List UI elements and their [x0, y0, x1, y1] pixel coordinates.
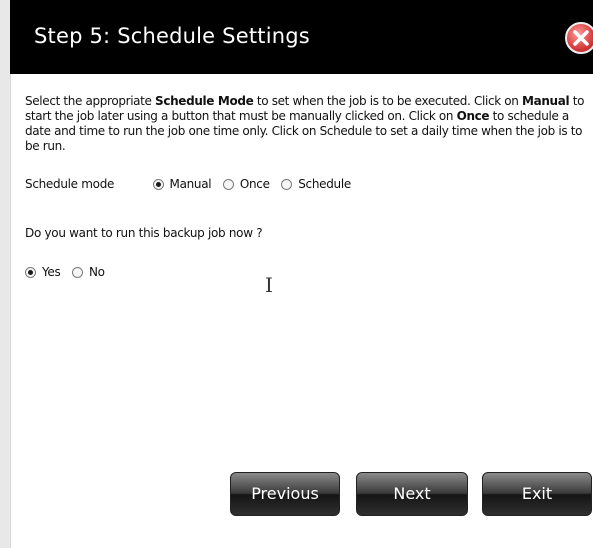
dialog-titlebar: Step 5: Schedule Settings [10, 0, 593, 74]
radio-once-label: Once [239, 177, 270, 191]
radio-no-label: No [89, 265, 105, 279]
radio-manual-label: Manual [169, 177, 212, 191]
radio-once[interactable] [222, 179, 234, 190]
schedule-mode-option-manual[interactable]: Manual [152, 177, 218, 191]
schedule-mode-row: Schedule mode Manual Once Schedule [25, 177, 359, 191]
previous-button[interactable]: Previous [230, 472, 340, 516]
radio-yes[interactable] [25, 267, 36, 278]
run-now-row: Yes No [25, 265, 113, 279]
run-now-question: Do you want to run this backup job now ? [25, 226, 263, 240]
instructions-bold-schedule-mode: Schedule Mode [155, 94, 254, 108]
radio-manual[interactable] [152, 179, 164, 190]
instructions-part: to set when the job is to be executed. C… [253, 94, 523, 108]
radio-no[interactable] [72, 267, 83, 278]
run-now-option-yes[interactable]: Yes [25, 265, 66, 279]
radio-schedule-label: Schedule [298, 177, 351, 191]
instructions-text: Select the appropriate Schedule Mode to … [25, 94, 585, 154]
radio-schedule[interactable] [281, 179, 293, 190]
radio-yes-label: Yes [42, 265, 61, 279]
run-now-option-no[interactable]: No [72, 265, 111, 279]
close-button[interactable] [565, 22, 593, 54]
next-button[interactable]: Next [356, 472, 468, 516]
close-icon [573, 30, 589, 46]
instructions-bold-once: Once [456, 109, 490, 123]
text-cursor-icon: I [265, 273, 273, 297]
schedule-settings-dialog: Step 5: Schedule Settings Select the app… [0, 0, 593, 548]
instructions-bold-manual: Manual [522, 94, 570, 108]
dialog-title: Step 5: Schedule Settings [34, 24, 310, 48]
schedule-mode-option-once[interactable]: Once [222, 177, 276, 191]
schedule-mode-option-schedule[interactable]: Schedule [281, 177, 357, 191]
exit-button[interactable]: Exit [482, 472, 592, 516]
schedule-mode-label: Schedule mode [25, 177, 115, 191]
instructions-part: Select the appropriate [25, 94, 156, 108]
